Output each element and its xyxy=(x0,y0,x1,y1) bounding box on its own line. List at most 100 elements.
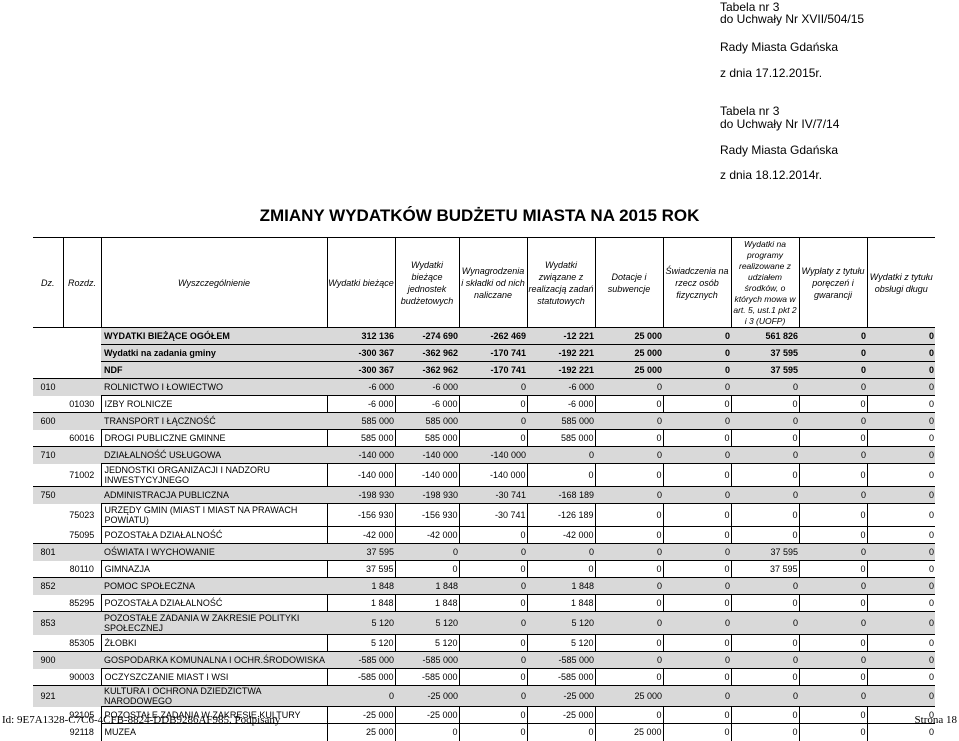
amount-cell: 0 xyxy=(731,651,799,669)
chapter-code xyxy=(63,361,101,379)
amount-cell: -156 930 xyxy=(326,503,395,527)
chapter-code: 60016 xyxy=(63,429,101,447)
col-header-budget-units: Wydatki bieżące jednostek budżetowych xyxy=(394,237,459,328)
amount-cell: 0 xyxy=(799,412,867,430)
amount-cell: -585 000 xyxy=(395,651,459,669)
section-code: 010 xyxy=(33,378,63,396)
amount-cell: 0 xyxy=(731,486,799,504)
amount-cell: 312 136 xyxy=(327,327,395,345)
amount-cell: -25 000 xyxy=(394,706,459,724)
amount-cell: 0 xyxy=(663,378,731,396)
amount-cell: 0 xyxy=(866,668,935,686)
amount-cell: -300 367 xyxy=(327,361,395,379)
section-code: 853 xyxy=(33,611,63,635)
amount-cell: 0 xyxy=(459,378,527,396)
amount-cell: -140 000 xyxy=(458,463,527,487)
amount-cell: 0 xyxy=(526,723,595,741)
amount-cell: 0 xyxy=(798,395,867,413)
amount-cell: -42 000 xyxy=(326,526,395,544)
amount-cell: 0 xyxy=(866,463,935,487)
amount-cell: 0 xyxy=(595,378,663,396)
chapter-code: 71002 xyxy=(63,463,101,487)
amount-cell: 25 000 xyxy=(595,327,663,345)
amount-cell: 1 848 xyxy=(394,594,459,612)
amount-cell: 0 xyxy=(730,526,799,544)
amount-cell: 0 xyxy=(730,706,799,724)
amount-cell: 5 120 xyxy=(526,634,595,652)
amount-cell: 0 xyxy=(662,429,731,447)
row-description: MUZEA xyxy=(100,723,327,741)
amount-cell: 0 xyxy=(731,378,799,396)
amount-cell: 0 xyxy=(866,560,935,578)
chapter-code: 01030 xyxy=(63,395,101,413)
amount-cell: 0 xyxy=(594,395,663,413)
section-code: 900 xyxy=(33,651,63,669)
amount-cell: 0 xyxy=(662,706,731,724)
chapter-code xyxy=(63,378,101,396)
amount-cell: 0 xyxy=(527,543,595,561)
amount-cell: 0 xyxy=(866,429,935,447)
amount-cell: 0 xyxy=(458,706,527,724)
amount-cell: -192 221 xyxy=(527,344,595,362)
amount-cell: -198 930 xyxy=(327,486,395,504)
amount-cell: 0 xyxy=(799,378,867,396)
amount-cell: 0 xyxy=(662,594,731,612)
amount-cell: -30 741 xyxy=(459,486,527,504)
amount-cell: 0 xyxy=(662,463,731,487)
amount-cell: 25 000 xyxy=(594,723,663,741)
amount-cell: 0 xyxy=(594,706,663,724)
amount-cell: 0 xyxy=(867,361,935,379)
amount-cell: 0 xyxy=(663,611,731,635)
table-row: 852 POMOC SPOŁECZNA 1 848 1 848 0 1 848 0 0 0 0 0 xyxy=(33,577,935,595)
amount-cell: 0 xyxy=(663,577,731,595)
section-code xyxy=(33,503,63,527)
table-row: 900 GOSPODARKA KOMUNALNA I OCHR.ŚRODOWISK… xyxy=(33,651,935,669)
chapter-code xyxy=(63,611,101,635)
amount-cell: 0 xyxy=(594,463,663,487)
amount-cell: 0 xyxy=(731,685,799,707)
header-line: z dnia 17.12.2015r. xyxy=(720,66,823,80)
row-description: NDF xyxy=(101,361,327,379)
amount-cell: -6 000 xyxy=(395,378,459,396)
amount-cell: 0 xyxy=(394,560,459,578)
table-row: 921 KULTURA I OCHRONA DZIEDZICTWA NARODOW… xyxy=(33,685,935,707)
table-row: 71002 JEDNOSTKI ORGANIZACJI I NADZORU INW… xyxy=(33,463,935,487)
col-header-eu-programs: Wydatki na programy realizowane z udział… xyxy=(730,237,799,328)
header-line: Rady Miasta Gdańska xyxy=(720,143,839,157)
amount-cell: 0 xyxy=(867,327,935,345)
chapter-code xyxy=(63,412,101,430)
amount-cell: 0 xyxy=(867,577,935,595)
amount-cell: 0 xyxy=(867,611,935,635)
section-code: 710 xyxy=(33,446,63,464)
amount-cell: 0 xyxy=(799,651,867,669)
section-code xyxy=(33,327,63,345)
amount-cell: 0 xyxy=(662,668,731,686)
amount-cell: 585 000 xyxy=(327,412,395,430)
row-description: ADMINISTRACJA PUBLICZNA xyxy=(101,486,327,504)
table-body: WYDATKI BIEŻĄCE OGÓŁEM 312 136 -274 690 -26… xyxy=(33,327,935,741)
amount-cell: 0 xyxy=(798,526,867,544)
section-code xyxy=(33,668,63,686)
amount-cell: 0 xyxy=(730,634,799,652)
amount-cell: 0 xyxy=(662,395,731,413)
amount-cell: 0 xyxy=(458,594,527,612)
amount-cell: -362 962 xyxy=(395,344,459,362)
amount-cell: 585 000 xyxy=(394,429,459,447)
amount-cell: -156 930 xyxy=(394,503,459,527)
amount-cell: 0 xyxy=(731,611,799,635)
amount-cell: -585 000 xyxy=(327,651,395,669)
section-code xyxy=(33,361,63,379)
table-row: 710 DZIAŁALNOŚĆ USŁUGOWA -140 000 -140 000-… xyxy=(33,446,935,464)
row-description: POZOSTAŁE ZADANIA W ZAKRESIE POLITYKI SP… xyxy=(101,611,327,635)
amount-cell: 0 xyxy=(663,412,731,430)
amount-cell: 37 595 xyxy=(327,543,395,561)
amount-cell: 0 xyxy=(458,560,527,578)
amount-cell: 0 xyxy=(594,668,663,686)
amount-cell: 0 xyxy=(527,446,595,464)
amount-cell: -140 000 xyxy=(394,463,459,487)
amount-cell: -126 189 xyxy=(526,503,595,527)
amount-cell: -362 962 xyxy=(395,361,459,379)
col-header-rozdz: Rozdz. xyxy=(62,237,101,328)
amount-cell: 25 000 xyxy=(595,685,663,707)
amount-cell: 0 xyxy=(594,560,663,578)
